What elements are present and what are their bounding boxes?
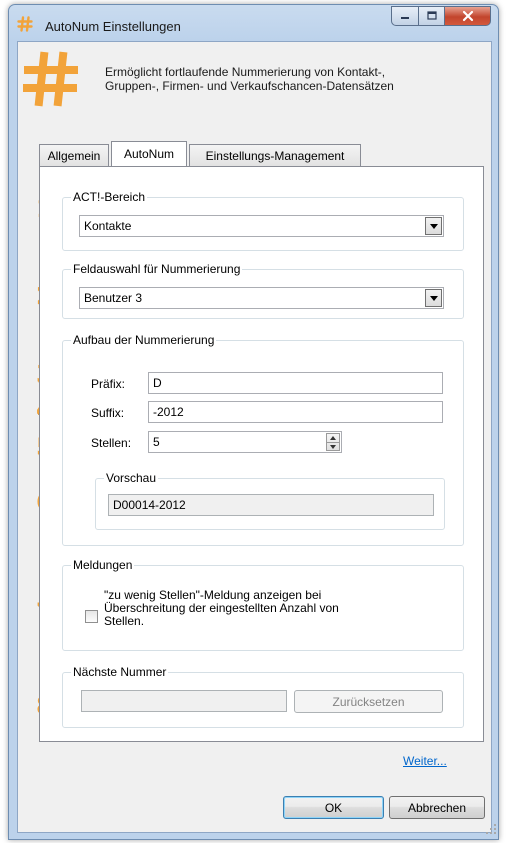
act-bereich-dropdown[interactable]: Kontakte bbox=[79, 215, 444, 237]
description-line-2: Gruppen-, Firmen- und Verkaufschancen-Da… bbox=[105, 79, 394, 93]
act-bereich-value: Kontakte bbox=[84, 219, 132, 233]
meldungen-label: Meldungen bbox=[71, 558, 135, 572]
stellen-label: Stellen: bbox=[91, 436, 132, 450]
caption-buttons bbox=[391, 6, 491, 26]
suffix-label: Suffix: bbox=[91, 406, 125, 420]
stellen-decrement-button[interactable] bbox=[327, 442, 339, 450]
close-button[interactable] bbox=[445, 6, 491, 26]
vorschau-field: D00014-2012 bbox=[108, 494, 434, 516]
aufbau-label: Aufbau der Nummerierung bbox=[71, 333, 217, 347]
minimize-button[interactable] bbox=[391, 6, 418, 26]
warning-checkbox[interactable] bbox=[85, 610, 98, 623]
vorschau-value: D00014-2012 bbox=[113, 498, 186, 512]
feldauswahl-dropdown[interactable]: Benutzer 3 bbox=[79, 287, 444, 309]
naechste-nummer-label: Nächste Nummer bbox=[71, 665, 169, 679]
maximize-icon bbox=[426, 11, 437, 20]
aufbau-group: Aufbau der Nummerierung Präfix: D Suffix… bbox=[62, 333, 464, 546]
meldungen-group: Meldungen "zu wenig Stellen"-Meldung anz… bbox=[62, 558, 464, 651]
stellen-spin-buttons bbox=[326, 433, 340, 451]
arrow-up-icon bbox=[330, 436, 336, 440]
chevron-down-icon bbox=[429, 295, 438, 301]
arrow-down-icon bbox=[330, 444, 336, 449]
close-icon bbox=[462, 10, 473, 22]
feldauswahl-group: Feldauswahl für Nummerierung Benutzer 3 bbox=[62, 262, 464, 319]
tab-allgemein[interactable]: Allgemein bbox=[39, 144, 109, 166]
warning-checkbox-label[interactable]: "zu wenig Stellen"-Meldung anzeigen bei … bbox=[104, 589, 339, 628]
act-bereich-label: ACT!-Bereich bbox=[71, 190, 148, 204]
dialog-description: Ermöglicht fortlaufende Nummerierung von… bbox=[105, 65, 485, 93]
tab-autonum[interactable]: AutoNum bbox=[111, 141, 187, 166]
weiter-link[interactable]: Weiter... bbox=[403, 754, 447, 768]
naechste-nummer-group: Nächste Nummer Zurücksetzen bbox=[62, 665, 464, 728]
prefix-input[interactable]: D bbox=[148, 372, 443, 394]
cancel-button[interactable]: Abbrechen bbox=[389, 796, 485, 819]
stellen-value: 5 bbox=[153, 435, 160, 449]
reset-button[interactable]: Zurücksetzen bbox=[294, 690, 443, 713]
stellen-increment-button[interactable] bbox=[327, 434, 339, 442]
vorschau-group: Vorschau D00014-2012 bbox=[95, 471, 445, 530]
hash-icon bbox=[17, 16, 33, 32]
act-bereich-group: ACT!-Bereich Kontakte bbox=[62, 190, 464, 251]
title-bar[interactable]: AutoNum Einstellungen bbox=[9, 5, 498, 45]
vorschau-label: Vorschau bbox=[104, 471, 159, 485]
naechste-nummer-field bbox=[81, 690, 287, 712]
window-title: AutoNum Einstellungen bbox=[45, 19, 181, 34]
suffix-input[interactable]: -2012 bbox=[148, 401, 443, 423]
stellen-stepper[interactable]: 5 bbox=[148, 431, 342, 453]
feldauswahl-label: Feldauswahl für Nummerierung bbox=[71, 262, 243, 276]
chevron-down-icon bbox=[429, 223, 438, 229]
maximize-button[interactable] bbox=[418, 6, 445, 26]
warning-text-line-3: Stellen. bbox=[104, 614, 145, 628]
suffix-value: -2012 bbox=[153, 405, 184, 419]
tab-einstellungs-management[interactable]: Einstellungs-Management bbox=[189, 144, 361, 166]
prefix-label: Präfix: bbox=[91, 377, 126, 391]
autonum-tab-panel: ACT!-Bereich Kontakte Feldauswahl für Nu… bbox=[39, 166, 484, 742]
resize-grip-icon[interactable] bbox=[485, 823, 497, 835]
act-bereich-dropdown-button[interactable] bbox=[425, 217, 442, 235]
description-line-1: Ermöglicht fortlaufende Nummerierung von… bbox=[105, 65, 386, 79]
minimize-icon bbox=[401, 17, 409, 19]
ok-button[interactable]: OK bbox=[283, 796, 384, 819]
prefix-value: D bbox=[153, 376, 162, 390]
feldauswahl-value: Benutzer 3 bbox=[84, 291, 143, 305]
feldauswahl-dropdown-button[interactable] bbox=[425, 289, 442, 307]
large-hash-icon bbox=[23, 51, 78, 107]
